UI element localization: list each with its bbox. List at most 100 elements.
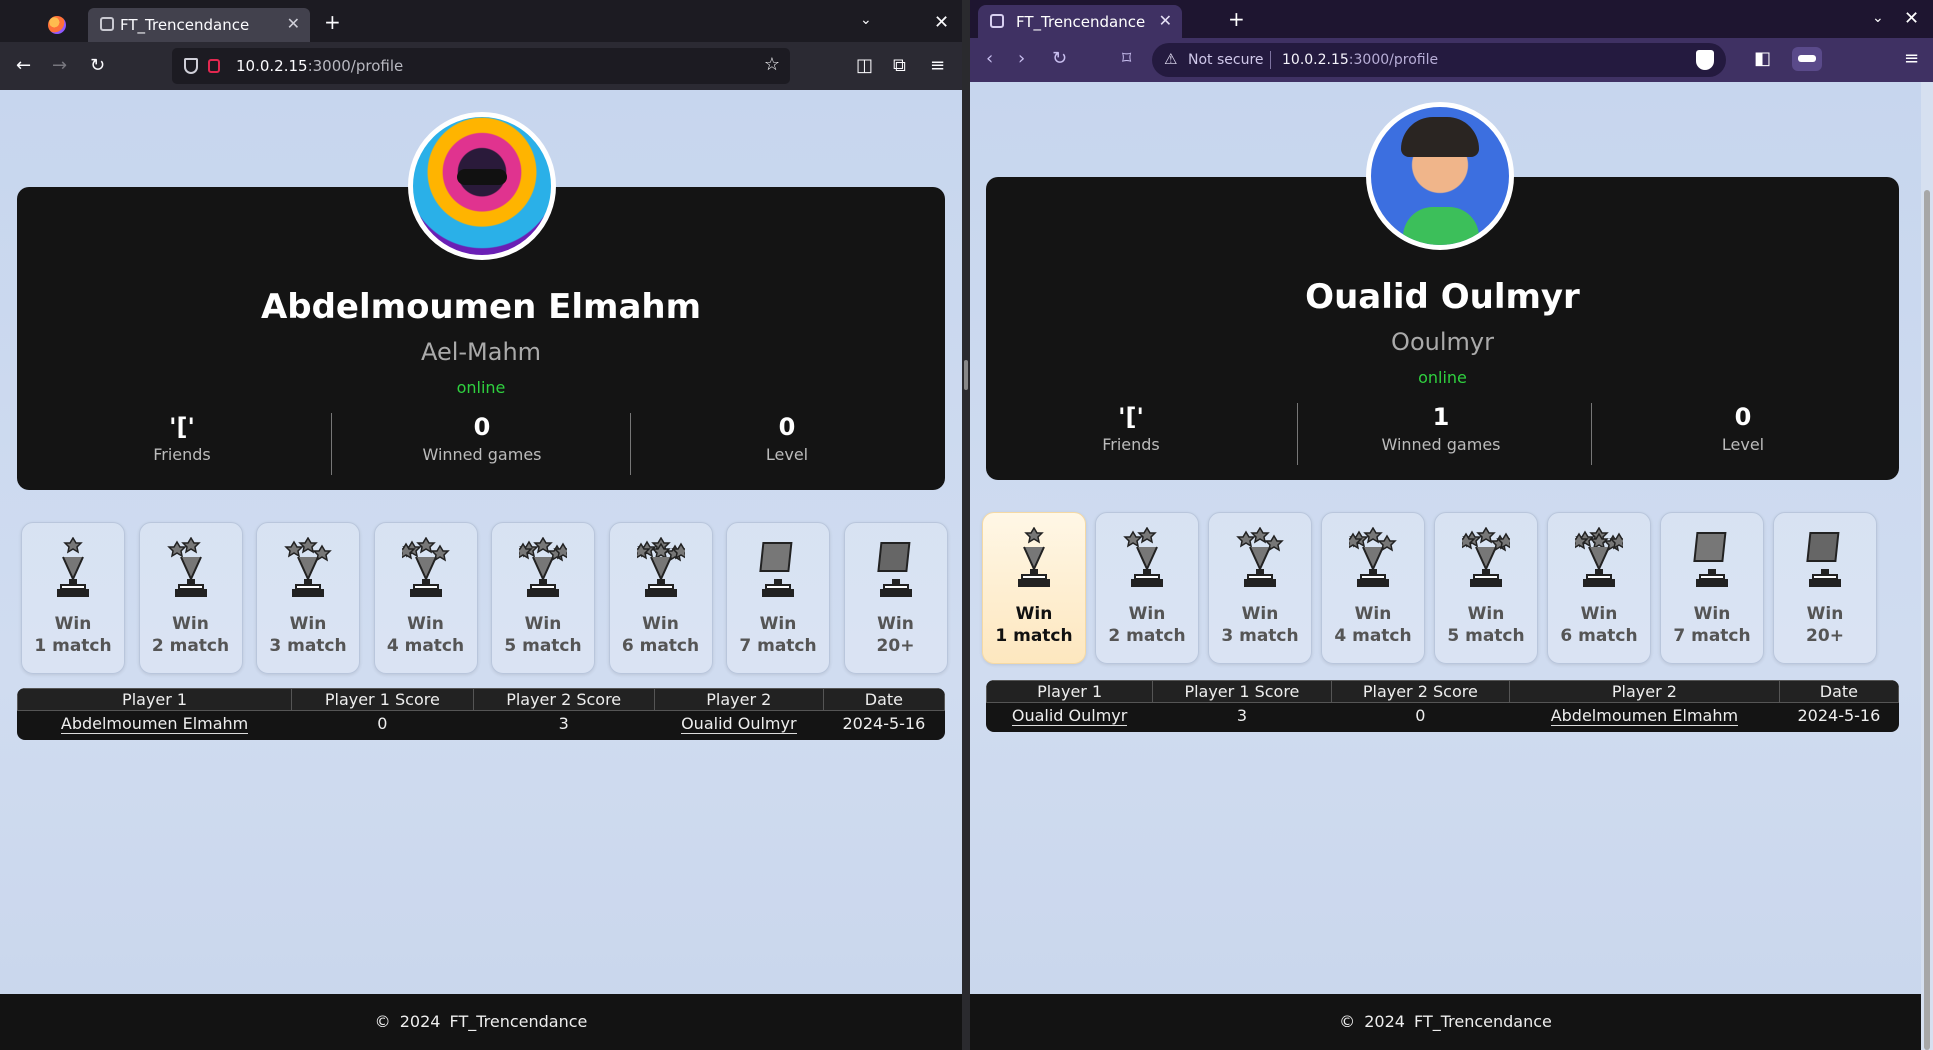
trophy-icon: [1688, 532, 1736, 593]
table-row: Abdelmoumen Elmahm 0 3 Oualid Oulmyr 2024-5-…: [18, 711, 945, 737]
lock-icon[interactable]: [208, 59, 220, 73]
pocket-icon[interactable]: ◫: [856, 55, 873, 76]
achievement-card[interactable]: Win 4 match: [1321, 512, 1425, 664]
achievement-card[interactable]: Win 4 match: [373, 522, 478, 674]
navigation-bar: ‹ › ↻ ⌑ ⚠ Not secure 10.0.2.15:3000/prof…: [970, 38, 1933, 82]
url-text[interactable]: 10.0.2.15:3000/profile: [1282, 52, 1438, 68]
firefox-window: FT_Trencendance ✕ + ⌄ ✕ ← → ↻ 10.0.2.15:…: [0, 0, 962, 1050]
winned-games-stat: 1 Winned games: [1381, 403, 1501, 454]
bookmark-icon[interactable]: ⌑: [1122, 48, 1131, 69]
page-footer: © 2024 FT_Trencendance: [0, 994, 962, 1050]
friends-stat[interactable]: '[' Friends: [1056, 403, 1206, 454]
window-divider[interactable]: [962, 0, 970, 1050]
avatar: [1366, 102, 1514, 250]
menu-icon[interactable]: ≡: [1904, 48, 1919, 69]
close-window-icon[interactable]: ✕: [934, 12, 949, 33]
achievement-card[interactable]: Win 6 match: [608, 522, 713, 674]
table-cell: 3: [558, 714, 569, 734]
new-tab-icon[interactable]: +: [1228, 7, 1245, 31]
table-cell: 0: [1415, 706, 1426, 726]
not-secure-label[interactable]: Not secure: [1188, 52, 1264, 68]
profile-page: Abdelmoumen Elmahm Ael-Mahm online '[' F…: [0, 90, 962, 1050]
tab-bar: FT_Trencendance ✕ + ⌄ ✕: [970, 0, 1933, 38]
achievement-label: Win 5 match: [492, 613, 594, 657]
achievement-line2: 2 match: [151, 636, 230, 656]
trophy-icon: [395, 536, 450, 603]
status-badge: online: [1418, 368, 1467, 387]
tab-favicon-icon: [100, 17, 114, 31]
achievement-card[interactable]: Win 5 match: [491, 522, 595, 674]
trophy-icon: [49, 536, 97, 603]
achievement-card[interactable]: Win 1 match: [982, 512, 1086, 664]
tab-list-chevron-icon[interactable]: ⌄: [1872, 10, 1884, 26]
back-arrow-icon[interactable]: ‹: [986, 48, 993, 69]
achievement-line1: Win: [1015, 604, 1053, 624]
reload-icon[interactable]: ↻: [1052, 48, 1067, 69]
bookmark-star-icon[interactable]: ☆: [764, 54, 780, 75]
resize-handle[interactable]: [964, 360, 968, 390]
menu-icon[interactable]: ≡: [930, 55, 945, 76]
player-link[interactable]: Oualid Oulmyr: [987, 703, 1153, 729]
achievement-label: Win 3 match: [257, 613, 359, 657]
column-header: Player 1: [17, 688, 293, 711]
extensions-icon[interactable]: ⧉: [893, 55, 906, 76]
achievement-line2: 7 match: [739, 636, 817, 656]
achievement-line1: Win: [1128, 604, 1166, 624]
table-cell: 0: [377, 714, 388, 734]
achievement-card[interactable]: Win 2 match: [1095, 512, 1199, 664]
full-name: Abdelmoumen Elmahm: [260, 287, 702, 327]
achievement-line1: Win: [1241, 604, 1279, 624]
achievement-card[interactable]: Win 3 match: [1208, 512, 1312, 664]
achievement-label: Win 1 match: [983, 603, 1085, 647]
player-link[interactable]: Abdelmoumen Elmahm: [1510, 703, 1780, 729]
warning-icon[interactable]: ⚠: [1164, 50, 1177, 68]
url-text[interactable]: 10.0.2.15:3000/profile: [236, 57, 403, 75]
back-arrow-icon[interactable]: ←: [16, 55, 31, 76]
achievement-card[interactable]: Win 3 match: [256, 522, 360, 674]
login-name: Ael-Mahm: [420, 338, 542, 366]
achievement-label: Win 7 match: [1661, 603, 1763, 647]
player-link[interactable]: Oualid Oulmyr: [654, 711, 823, 737]
login-name: Ooulmyr: [1391, 328, 1494, 356]
forward-arrow-icon[interactable]: →: [52, 55, 67, 76]
achievement-card[interactable]: Win 20+: [1773, 512, 1877, 664]
achievement-card[interactable]: Win 7 match: [1660, 512, 1764, 664]
brave-shield-icon[interactable]: [1696, 50, 1714, 70]
achievement-card[interactable]: Win 5 match: [1434, 512, 1538, 664]
achievement-card[interactable]: Win 2 match: [138, 522, 243, 674]
tab-list-chevron-icon[interactable]: ⌄: [860, 12, 872, 28]
scrollbar[interactable]: [1921, 82, 1933, 1050]
browser-tab[interactable]: FT_Trencendance ✕: [88, 8, 310, 42]
browser-tab[interactable]: FT_Trencendance ✕: [978, 5, 1182, 38]
reload-icon[interactable]: ↻: [90, 55, 105, 76]
achievement-card[interactable]: Win 20+: [843, 522, 948, 674]
achievement-card[interactable]: Win 7 match: [726, 522, 830, 674]
column-header: Player 1: [986, 680, 1154, 703]
address-bar[interactable]: ⚠ Not secure 10.0.2.15:3000/profile: [1152, 43, 1726, 77]
scrollbar-thumb[interactable]: [1924, 190, 1930, 1050]
close-tab-icon[interactable]: ✕: [1159, 11, 1172, 30]
firefox-logo-icon[interactable]: [48, 16, 66, 34]
forward-arrow-icon[interactable]: ›: [1018, 48, 1025, 69]
achievement-card[interactable]: Win 6 match: [1547, 512, 1651, 664]
address-bar[interactable]: 10.0.2.15:3000/profile ☆: [172, 48, 790, 84]
achievement-card[interactable]: Win 1 match: [21, 522, 125, 674]
achievement-line2: 6 match: [1560, 626, 1638, 646]
wallet-icon[interactable]: [1792, 47, 1822, 71]
sidebar-icon[interactable]: ◧: [1754, 48, 1771, 69]
trophy-icon: [1801, 532, 1849, 593]
close-tab-icon[interactable]: ✕: [287, 14, 300, 33]
winned-games-stat: 0 Winned games: [422, 413, 542, 464]
friends-stat[interactable]: '[' Friends: [107, 413, 257, 464]
player-link[interactable]: Abdelmoumen Elmahm: [18, 711, 292, 737]
new-tab-icon[interactable]: +: [324, 10, 341, 34]
close-window-icon[interactable]: ✕: [1904, 8, 1919, 29]
match-history-table: Player 1 Player 1 Score Player 2 Score Play…: [986, 680, 1899, 732]
shield-icon[interactable]: [184, 58, 198, 74]
trophy-icon: [1123, 526, 1171, 593]
trophy-icon: [872, 542, 920, 603]
trophy-icon: [1456, 526, 1516, 593]
table-row: Oualid Oulmyr 3 0 Abdelmoumen Elmahm 2024-5-…: [987, 703, 1899, 729]
trophy-icon: [1343, 526, 1397, 593]
achievement-label: Win 3 match: [1209, 603, 1311, 647]
